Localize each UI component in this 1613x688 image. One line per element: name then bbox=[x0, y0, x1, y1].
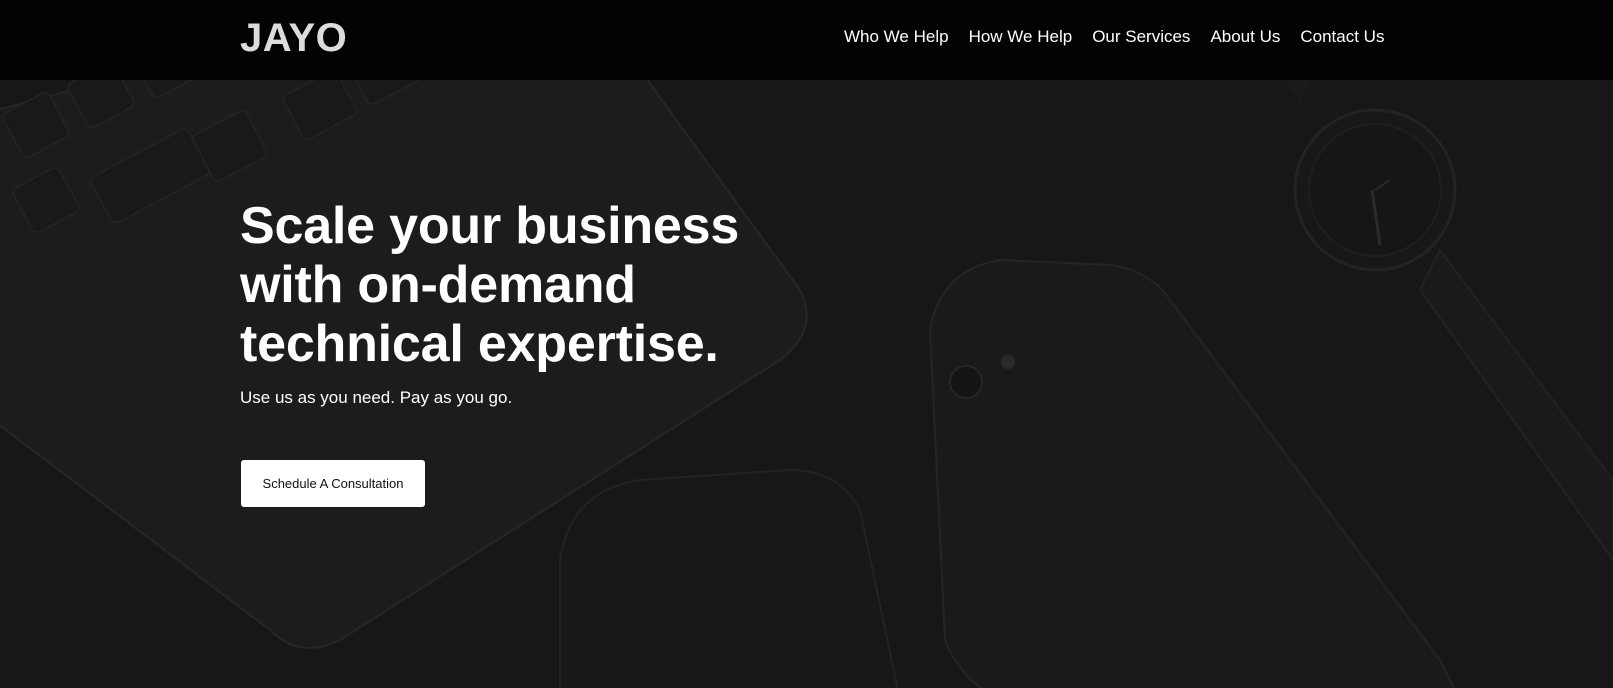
nav-link-how-we-help[interactable]: How We Help bbox=[969, 27, 1073, 47]
nav-link-contact-us[interactable]: Contact Us bbox=[1300, 27, 1384, 47]
hero-title: Scale your business with on-demand techn… bbox=[240, 197, 800, 374]
hero-title-line: with on-demand bbox=[240, 256, 636, 314]
hero-subtitle: Use us as you need. Pay as you go. bbox=[240, 388, 513, 407]
nav-link-our-services[interactable]: Our Services bbox=[1092, 27, 1190, 47]
nav-link-about-us[interactable]: About Us bbox=[1210, 27, 1280, 47]
site-header: JAYO Who We Help How We Help Our Service… bbox=[0, 0, 1613, 80]
main-nav: Who We Help How We Help Our Services Abo… bbox=[844, 27, 1384, 47]
nav-link-who-we-help[interactable]: Who We Help bbox=[844, 27, 949, 47]
hero-title-line: technical expertise. bbox=[240, 315, 719, 373]
hero-title-line: Scale your business bbox=[240, 197, 740, 255]
schedule-consultation-button[interactable]: Schedule A Consultation bbox=[241, 460, 425, 507]
site-logo[interactable]: JAYO bbox=[240, 16, 347, 60]
page: JAYO Who We Help How We Help Our Service… bbox=[0, 0, 1613, 688]
